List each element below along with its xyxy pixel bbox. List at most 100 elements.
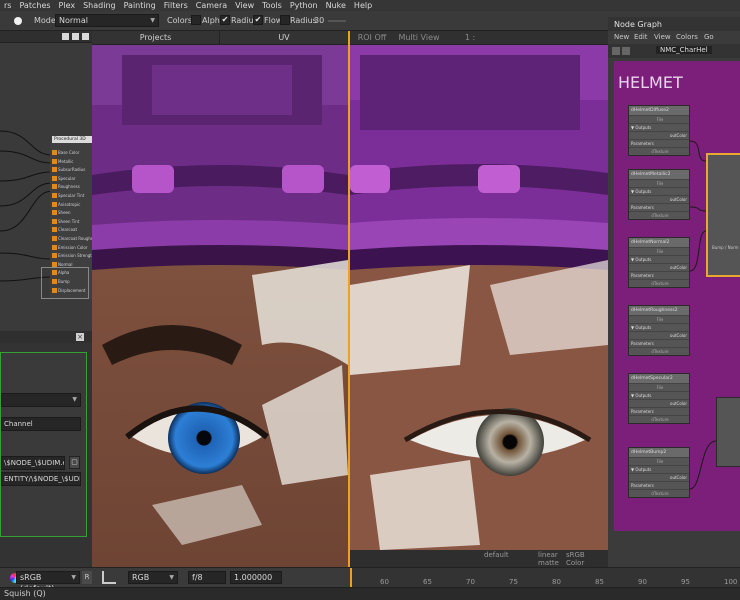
property-field-1[interactable]: ▼: [1, 393, 81, 407]
mode-label: Mode: [34, 16, 56, 25]
menu-item-view[interactable]: View: [231, 0, 258, 11]
texture-node[interactable]: dHelmetMetallic2 File ▼ Outputs outColor Par…: [628, 169, 690, 220]
shader-input-pin[interactable]: [52, 210, 57, 216]
menu-item-shading[interactable]: Shading: [79, 0, 120, 11]
3d-viewport[interactable]: Projects UV: [92, 31, 348, 567]
bottom-toolbar: sRGB (default) ▼ R RGB ▼ f/8 1.000000 60…: [0, 567, 740, 593]
fstop-field[interactable]: f/8: [188, 571, 226, 584]
footer-default[interactable]: default: [484, 551, 509, 559]
shader-input-pin[interactable]: [52, 184, 57, 190]
node-title: dHelmetBump2: [629, 448, 689, 457]
browse-file-icon[interactable]: ▢: [69, 456, 80, 469]
ng-menu-edit[interactable]: Edit: [634, 33, 648, 41]
node-footer: dTexture: [629, 489, 689, 497]
shader-input-pin[interactable]: [52, 167, 57, 173]
timeline-tick-label: 100: [724, 578, 738, 586]
brush-dot-icon[interactable]: [14, 17, 22, 25]
timeline-ruler[interactable]: 60 65 70 75 80 85 90 95 100: [350, 568, 740, 588]
menu-item-help[interactable]: Help: [350, 0, 376, 11]
timeline-tick-label: 60: [380, 578, 389, 586]
gain-field[interactable]: 1.000000: [230, 571, 282, 584]
shader-input-pin[interactable]: [52, 253, 57, 259]
shader-input-pin[interactable]: [52, 287, 57, 293]
shader-input-pin[interactable]: [52, 158, 57, 164]
multiview-toggle[interactable]: Multi View Off: [394, 31, 444, 56]
node-type: File: [629, 115, 689, 123]
shader-input-pin[interactable]: [52, 270, 57, 276]
radius-checkbox[interactable]: ✔: [220, 15, 230, 25]
footer-srgb[interactable]: sRGB: [566, 551, 585, 559]
shader-input-pin[interactable]: [52, 175, 57, 181]
menu-item-rs[interactable]: rs: [0, 0, 15, 11]
menu-item-python[interactable]: Python: [286, 0, 322, 11]
ng-back-icon[interactable]: [612, 47, 620, 55]
close-icon[interactable]: ×: [76, 333, 84, 341]
menu-item-nuke[interactable]: Nuke: [322, 0, 350, 11]
ng-breadcrumb[interactable]: NMC_CharHel: [656, 46, 712, 54]
tab-uv[interactable]: UV: [220, 31, 348, 45]
ng-menu-new[interactable]: New: [614, 33, 629, 41]
menu-item-camera[interactable]: Camera: [192, 0, 231, 11]
material-node-selected[interactable]: Bump / Norm: [706, 153, 740, 277]
node-output-port: outColor: [629, 131, 689, 139]
ng-menu-go[interactable]: Go: [704, 33, 714, 41]
colors-label: Colors: [167, 16, 193, 25]
footer-matte[interactable]: matte: [538, 559, 559, 567]
footer-linear[interactable]: linear: [538, 551, 558, 559]
texture-node[interactable]: dHelmetSpecular2 File ▼ Outputs outColor Par…: [628, 373, 690, 424]
ng-up-icon[interactable]: [622, 47, 630, 55]
roi-toggle[interactable]: ROI Off: [356, 31, 388, 45]
ruler-icon[interactable]: [102, 571, 116, 584]
node-outputs-row: ▼ Outputs: [629, 391, 689, 399]
shader-input-pin[interactable]: [52, 244, 57, 250]
r-button[interactable]: R: [82, 571, 92, 584]
menubar: rs Patches Plex Shading Painting Filters…: [0, 0, 740, 11]
shader-input-pin[interactable]: [52, 150, 57, 155]
2d-paint-view[interactable]: ROI Off Multi View Off 1 : 256.00 defaul…: [348, 31, 608, 567]
texture-path-field-2[interactable]: ENTITY/\$NODE_\$UDIM.tdl: [1, 472, 81, 486]
texture-node[interactable]: dHelmetNormal2 File ▼ Outputs outColor Param…: [628, 237, 690, 288]
shader-input-pin[interactable]: [52, 261, 57, 267]
texture-node[interactable]: dHelmetDiffuse2 File ▼ Outputs outColor Para…: [628, 105, 690, 156]
radius2-checkbox[interactable]: [280, 15, 290, 25]
menu-item-filters[interactable]: Filters: [160, 0, 192, 11]
shader-input-pin[interactable]: [52, 218, 57, 224]
material-node-2[interactable]: [716, 397, 740, 467]
alpha-checkbox[interactable]: [191, 15, 201, 25]
shader-input-pin[interactable]: [52, 227, 57, 233]
shader-input-pin[interactable]: [52, 236, 57, 241]
node-backdrop-helmet[interactable]: HELMET Bump / Norm dHelmetDiffuse2 File ▼ …: [614, 61, 740, 531]
shader-input-label: Sheen: [58, 210, 71, 216]
radius-value[interactable]: 30: [314, 11, 324, 31]
footer-color[interactable]: Color: [566, 559, 584, 567]
menu-item-painting[interactable]: Painting: [120, 0, 160, 11]
texture-path-field-1[interactable]: \$NODE_\$UDIM.exr: [1, 456, 65, 470]
texture-path-2: ENTITY/\$NODE_\$UDIM.tdl: [4, 475, 80, 483]
colorspace-select[interactable]: sRGB (default) ▼: [16, 571, 80, 593]
props-header: ×: [0, 331, 92, 343]
shader-input-pin[interactable]: [52, 201, 57, 207]
channel-field[interactable]: Channel: [1, 417, 81, 431]
texture-node[interactable]: dHelmetBump2 File ▼ Outputs outColor Paramet…: [628, 447, 690, 498]
ng-menu-colors[interactable]: Colors: [676, 33, 698, 41]
shader-input-label: Base Color: [58, 150, 80, 155]
shader-input-pin[interactable]: [52, 279, 57, 284]
channels-select[interactable]: RGB ▼: [128, 571, 178, 584]
shader-input-label: SubsurRadius: [58, 167, 86, 173]
menu-item-plex[interactable]: Plex: [55, 0, 80, 11]
ng-menu-view[interactable]: View: [654, 33, 671, 41]
menu-item-patches[interactable]: Patches: [15, 0, 54, 11]
mode-select[interactable]: Normal ▼: [55, 14, 159, 27]
shader-input-label: Normal: [58, 261, 73, 267]
radius-slider-track[interactable]: [328, 20, 346, 22]
timeline-tick-label: 65: [423, 578, 432, 586]
tab-projects[interactable]: Projects: [92, 31, 220, 45]
node-outputs-row: ▼ Outputs: [629, 323, 689, 331]
texture-node[interactable]: dHelmetRoughness2 File ▼ Outputs outColor Pa…: [628, 305, 690, 356]
menu-item-tools[interactable]: Tools: [258, 0, 286, 11]
node-type: File: [629, 315, 689, 323]
shader-node-preview[interactable]: Procedural 3D: [52, 136, 92, 143]
shader-input-pin[interactable]: [52, 193, 57, 198]
flow-checkbox[interactable]: ✔: [253, 15, 263, 25]
node-outputs-row: ▼ Outputs: [629, 465, 689, 473]
